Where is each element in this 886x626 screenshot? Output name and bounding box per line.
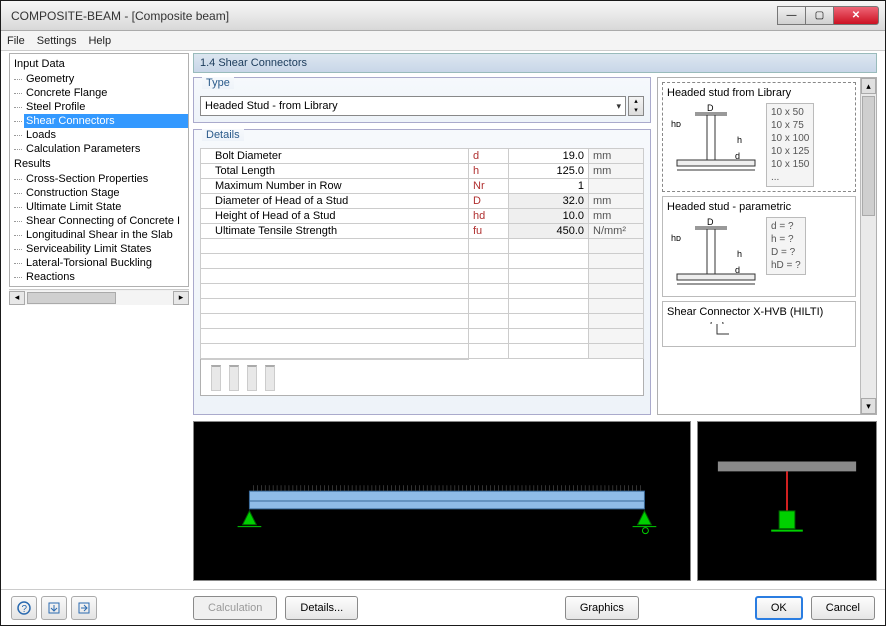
library-vscrollbar[interactable]: ▴▾: [860, 78, 876, 414]
tree-item[interactable]: Cross-Section Properties: [24, 172, 188, 186]
library-item-x-hvb[interactable]: Shear Connector X-HVB (HILTI): [662, 301, 856, 347]
type-select[interactable]: Headed Stud - from Library: [200, 96, 626, 116]
graphics-button[interactable]: Graphics: [565, 596, 639, 620]
stud-sizes-list: 10 x 5010 x 7510 x 10010 x 12510 x 150..…: [766, 103, 814, 187]
detail-symbol: D: [469, 194, 509, 209]
menu-help[interactable]: Help: [88, 35, 111, 47]
minimize-button[interactable]: —: [777, 6, 805, 25]
svg-text:d: d: [735, 151, 740, 161]
beam-preview: [193, 421, 691, 581]
table-row: Ultimate Tensile Strengthfu450.0N/mm²: [201, 224, 644, 239]
titlebar: COMPOSITE-BEAM - [Composite beam] — ▢ ✕: [1, 1, 885, 31]
detail-unit: mm: [589, 164, 644, 179]
type-group: Type Headed Stud - from Library ▴▾: [193, 77, 651, 123]
detail-label: Maximum Number in Row: [201, 179, 469, 194]
detail-value: 450.0: [509, 224, 589, 239]
tree-group-results: Results: [10, 156, 188, 172]
svg-text:d: d: [735, 265, 740, 275]
window-title: COMPOSITE-BEAM - [Composite beam]: [7, 9, 777, 23]
detail-unit: mm: [589, 209, 644, 224]
tree-item[interactable]: Reactions: [24, 270, 188, 284]
details-table: Bolt Diameterd19.0mmTotal Lengthh125.0mm…: [200, 148, 644, 396]
svg-text:D: D: [707, 103, 714, 113]
page-title: 1.4 Shear Connectors: [193, 53, 877, 73]
tree-item[interactable]: Steel Profile: [24, 100, 188, 114]
tree-item[interactable]: Serviceability Limit States: [24, 242, 188, 256]
detail-value: 32.0: [509, 194, 589, 209]
table-row: Height of Head of a Studhd10.0mm: [201, 209, 644, 224]
tree-item[interactable]: Lateral-Torsional Buckling: [24, 256, 188, 270]
detail-label: Height of Head of a Stud: [201, 209, 469, 224]
detail-value[interactable]: 125.0: [509, 164, 589, 179]
hvb-diagram-icon: [667, 322, 762, 342]
detail-value[interactable]: 19.0: [509, 149, 589, 164]
svg-text:?: ?: [22, 604, 28, 615]
cancel-button[interactable]: Cancel: [811, 596, 875, 620]
calculation-button[interactable]: Calculation: [193, 596, 277, 620]
tree-group-input: Input Data: [10, 56, 188, 72]
detail-label: Bolt Diameter: [201, 149, 469, 164]
tree-hscrollbar[interactable]: ◂▸: [9, 289, 189, 305]
stud-params-list: d = ?h = ?D = ?hD = ?: [766, 217, 806, 275]
menubar: File Settings Help: [1, 31, 885, 51]
detail-unit: [589, 179, 644, 194]
table-row: Diameter of Head of a StudD32.0mm: [201, 194, 644, 209]
ok-button[interactable]: OK: [755, 596, 803, 620]
table-row: Total Lengthh125.0mm: [201, 164, 644, 179]
details-legend: Details: [202, 129, 244, 141]
detail-symbol: hd: [469, 209, 509, 224]
detail-unit: mm: [589, 194, 644, 209]
tree-item[interactable]: Longitudinal Shear in the Slab: [24, 228, 188, 242]
table-row: Maximum Number in RowNr1: [201, 179, 644, 194]
tree-item[interactable]: Shear Connecting of Concrete I: [24, 214, 188, 228]
svg-text:h: h: [737, 135, 742, 145]
type-spin[interactable]: ▴▾: [628, 96, 644, 116]
details-group: Details Bolt Diameterd19.0mmTotal Length…: [193, 129, 651, 415]
type-legend: Type: [202, 77, 234, 89]
detail-unit: mm: [589, 149, 644, 164]
detail-value: 10.0: [509, 209, 589, 224]
tree-item[interactable]: Construction Stage: [24, 186, 188, 200]
detail-label: Ultimate Tensile Strength: [201, 224, 469, 239]
close-button[interactable]: ✕: [833, 6, 879, 25]
tree-item[interactable]: Loads: [24, 128, 188, 142]
library-item-headed-stud-parametric[interactable]: Headed stud - parametric D hᴅ: [662, 196, 856, 297]
detail-symbol: h: [469, 164, 509, 179]
tree-item[interactable]: Geometry: [24, 72, 188, 86]
table-row: Bolt Diameterd19.0mm: [201, 149, 644, 164]
svg-text:h: h: [737, 249, 742, 259]
detail-unit: N/mm²: [589, 224, 644, 239]
window-controls: — ▢ ✕: [777, 6, 879, 25]
tree-item[interactable]: Shear Connectors: [24, 114, 188, 128]
detail-label: Total Length: [201, 164, 469, 179]
detail-label: Diameter of Head of a Stud: [201, 194, 469, 209]
export-left-icon-button[interactable]: [41, 596, 67, 620]
detail-symbol: fu: [469, 224, 509, 239]
library-panel: Headed stud from Library D hᴅ: [657, 77, 877, 415]
section-preview: [697, 421, 877, 581]
export-right-icon-button[interactable]: [71, 596, 97, 620]
detail-symbol: Nr: [469, 179, 509, 194]
tree-item[interactable]: Calculation Parameters: [24, 142, 188, 156]
tree-item[interactable]: Concrete Flange: [24, 86, 188, 100]
footer: ? Calculation Details... Graphics OK Can…: [1, 589, 885, 625]
details-button[interactable]: Details...: [285, 596, 358, 620]
nav-tree: Input Data GeometryConcrete FlangeSteel …: [9, 53, 189, 287]
menu-settings[interactable]: Settings: [37, 35, 77, 47]
stud-diagram-icon: D hᴅ h d: [667, 103, 762, 178]
detail-value[interactable]: 1: [509, 179, 589, 194]
library-item-headed-stud-library[interactable]: Headed stud from Library D hᴅ: [662, 82, 856, 192]
menu-file[interactable]: File: [7, 35, 25, 47]
maximize-button[interactable]: ▢: [805, 6, 833, 25]
svg-text:hᴅ: hᴅ: [671, 119, 681, 129]
detail-symbol: d: [469, 149, 509, 164]
stud-diagram-icon: D hᴅ h d: [667, 217, 762, 292]
svg-text:D: D: [707, 217, 714, 227]
help-icon-button[interactable]: ?: [11, 596, 37, 620]
tree-item[interactable]: Ultimate Limit State: [24, 200, 188, 214]
svg-text:hᴅ: hᴅ: [671, 233, 681, 243]
